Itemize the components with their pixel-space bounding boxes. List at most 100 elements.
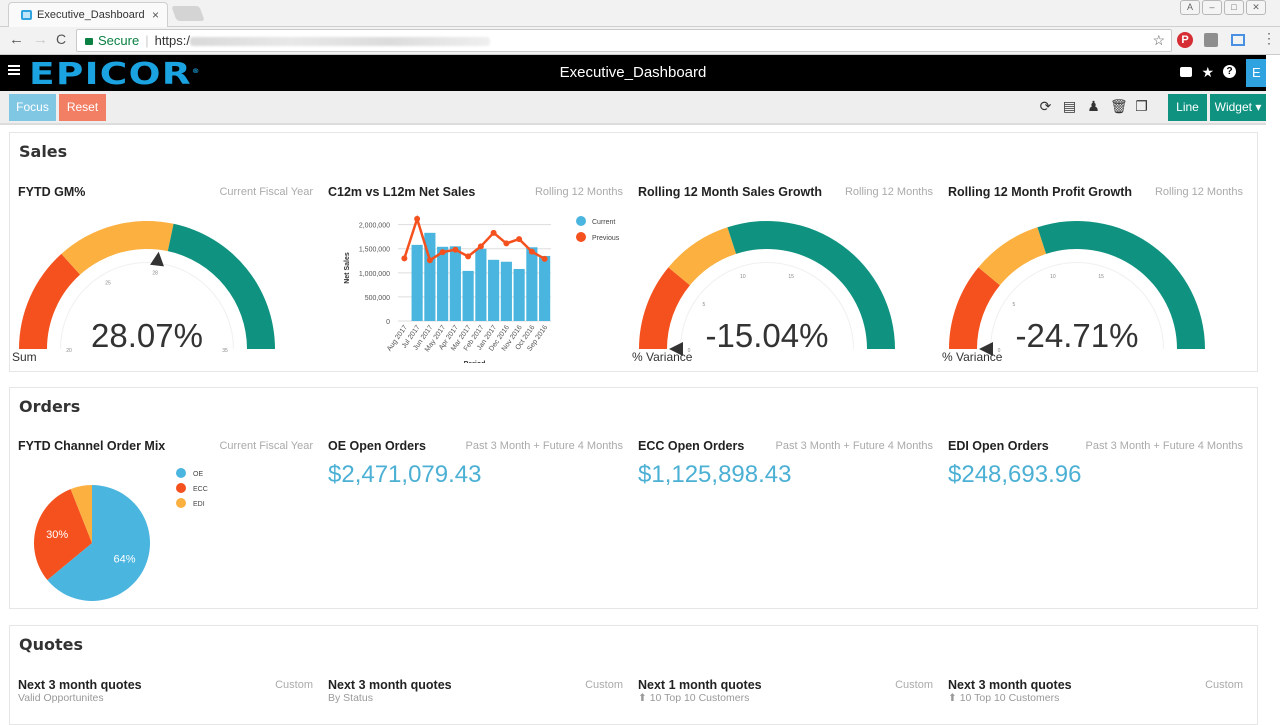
gauge-value: -24.71% xyxy=(1016,317,1139,354)
widget-title: Next 1 month quotes xyxy=(638,678,762,692)
bar-current xyxy=(526,247,538,321)
point-previous xyxy=(452,246,459,253)
close-window-icon[interactable]: ✕ xyxy=(1246,0,1266,15)
legend-swatch xyxy=(176,468,186,478)
gauge-band-0 xyxy=(949,267,1000,349)
gauge-tick-label: 5 xyxy=(1013,302,1016,308)
bar-current xyxy=(513,268,525,321)
forward-icon[interactable]: → xyxy=(33,31,48,48)
gauge-chart: 20 25 28 35 28.07% Sum xyxy=(12,221,275,364)
section-title-sales: Sales xyxy=(19,142,68,161)
legend-swatch xyxy=(576,232,586,242)
gauge-band-0 xyxy=(639,267,690,349)
widget-title: Next 3 month quotes xyxy=(328,678,452,692)
legend-label: Previous xyxy=(592,235,620,242)
widget-note: Valid Opportunites xyxy=(18,692,104,704)
point-previous xyxy=(465,253,472,260)
minimize-icon[interactable]: – xyxy=(1202,0,1222,15)
reload-icon[interactable]: C xyxy=(56,31,66,47)
pie-data-label: 30% xyxy=(46,529,68,541)
browser-tab[interactable]: Executive_Dashboard × xyxy=(8,2,168,27)
widget-subtitle: Custom xyxy=(275,679,313,691)
browser-menu-icon[interactable]: ⋮ xyxy=(1262,30,1276,47)
widget-title: C12m vs L12m Net Sales xyxy=(328,185,476,199)
new-tab-button[interactable] xyxy=(171,6,205,21)
browser-toolbar: ← → C Secure | https:/ ☆ P ⋮ xyxy=(0,27,1280,55)
tab-close-icon[interactable]: × xyxy=(152,8,159,22)
widget-title: Rolling 12 Month Profit Growth xyxy=(948,185,1133,199)
browser-tabstrip: Executive_Dashboard × A – □ ✕ xyxy=(0,0,1280,27)
widget-dropdown-button[interactable]: Widget ▾ xyxy=(1210,94,1266,121)
widget-title: Next 3 month quotes xyxy=(948,678,1072,692)
chat-icon[interactable] xyxy=(1180,67,1193,77)
trash-icon[interactable]: 🗑 xyxy=(1110,98,1128,115)
pinterest-extension-icon[interactable]: P xyxy=(1177,32,1193,48)
point-previous xyxy=(401,255,408,262)
point-previous xyxy=(503,240,510,247)
kpi-value: $2,471,079.43 xyxy=(328,461,482,488)
gauge-tick-label: 35 xyxy=(222,348,228,354)
extension-icon[interactable] xyxy=(1204,33,1218,47)
widget-note: ⬆ 10 Top 10 Customers xyxy=(638,692,750,704)
print-icon[interactable]: ▤ xyxy=(1062,98,1077,115)
widget-title: FYTD Channel Order Mix xyxy=(18,439,166,453)
line-button[interactable]: Line xyxy=(1168,94,1207,121)
widget-title: EDI Open Orders xyxy=(948,439,1049,453)
page-title: Executive_Dashboard xyxy=(559,64,707,81)
lock-icon xyxy=(85,38,93,45)
legend-swatch xyxy=(176,483,186,493)
bar-current xyxy=(488,259,500,321)
user-menu-button[interactable]: E xyxy=(1246,59,1266,87)
window-controls: A – □ ✕ xyxy=(1180,0,1266,15)
page-favicon-icon xyxy=(21,10,32,20)
copy-icon[interactable]: ❐ xyxy=(1134,98,1149,115)
legend-swatch xyxy=(176,498,186,508)
tab-title: Executive_Dashboard xyxy=(37,9,145,21)
widget-title: Next 3 month quotes xyxy=(18,678,142,692)
help-icon[interactable]: ? xyxy=(1223,65,1236,78)
section-title-orders: Orders xyxy=(19,397,81,416)
gauge-tick-label: 10 xyxy=(1050,274,1056,280)
widget-title: ECC Open Orders xyxy=(638,439,745,453)
users-icon[interactable]: ♟ xyxy=(1086,98,1101,115)
restore-icon[interactable]: □ xyxy=(1224,0,1244,15)
point-previous xyxy=(414,215,421,222)
profile-icon[interactable]: A xyxy=(1180,0,1200,15)
screenshot-extension-icon[interactable] xyxy=(1231,34,1245,46)
widget-subtitle: Rolling 12 Months xyxy=(1154,186,1243,198)
bookmark-star-icon[interactable]: ☆ xyxy=(1152,32,1165,49)
gauge-value: -15.04% xyxy=(706,317,829,354)
widget-subtitle: Past 3 Month + Future 4 Months xyxy=(465,440,623,452)
point-previous xyxy=(439,249,446,256)
gauge-band-0 xyxy=(19,253,81,349)
widget-subtitle: Custom xyxy=(585,679,623,691)
widget-title: Rolling 12 Month Sales Growth xyxy=(638,185,823,199)
url-input[interactable]: Secure | https:/ ☆ xyxy=(76,29,1172,52)
widget-subtitle: Past 3 Month + Future 4 Months xyxy=(1085,440,1243,452)
legend-label: Current xyxy=(592,219,615,226)
orders-panel: Orders FYTD Channel Order Mix Current Fi… xyxy=(9,387,1258,609)
url-prefix: https:/ xyxy=(154,33,191,48)
x-axis-label: Period xyxy=(464,361,486,363)
reset-button[interactable]: Reset xyxy=(59,94,106,121)
pie-data-label: 64% xyxy=(114,553,136,565)
gauge-tick-label: 25 xyxy=(105,280,111,286)
quotes-panel: Quotes Next 3 month quotes Custom Valid … xyxy=(9,625,1258,725)
url-blurred xyxy=(190,37,491,47)
refresh-icon[interactable]: ⟳ xyxy=(1038,98,1053,115)
widget-subtitle: Custom xyxy=(895,679,933,691)
widget-title: OE Open Orders xyxy=(328,439,426,453)
widget-subtitle: Past 3 Month + Future 4 Months xyxy=(775,440,933,452)
legend-swatch xyxy=(576,216,586,226)
bar-current xyxy=(539,255,551,321)
gauge-value: 28.07% xyxy=(91,317,203,354)
back-icon[interactable]: ← xyxy=(9,31,24,48)
favorite-star-icon[interactable]: ★ xyxy=(1201,64,1214,81)
bar-current xyxy=(437,246,449,321)
y-tick-label: 1,000,000 xyxy=(359,271,390,278)
widget-subtitle: Current Fiscal Year xyxy=(219,440,313,452)
widget-subtitle: Rolling 12 Months xyxy=(844,186,933,198)
focus-button[interactable]: Focus xyxy=(9,94,56,121)
secure-label: Secure xyxy=(98,33,140,48)
y-tick-label: 1,500,000 xyxy=(359,247,390,254)
